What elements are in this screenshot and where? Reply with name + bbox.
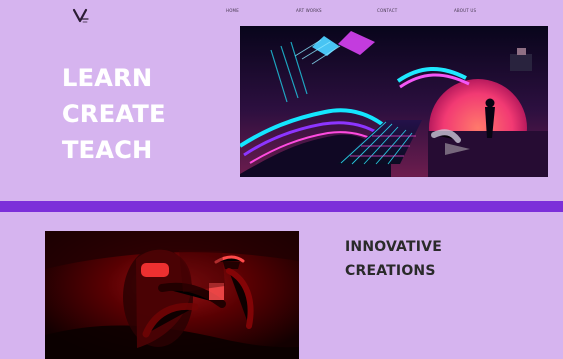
section-divider [0,201,563,212]
nav-link-about-us[interactable]: ABOUT US [454,8,476,13]
vr-headset-image [45,231,299,359]
hero-line-create: CREATE [62,100,166,128]
innovative-heading-line: INNOVATIVE [345,239,442,255]
nav-link-home[interactable]: HOME [226,8,239,13]
hero-heading: LEARN CREATE TEACH [62,60,212,168]
nav-link-contact[interactable]: CONTACT [377,8,397,13]
hero-line-learn: LEARN [62,64,153,92]
hero-image [240,26,548,177]
creations-heading-line: CREATIONS [345,263,436,279]
nav-link-art-works[interactable]: ART WORKS [296,8,322,13]
hero-line-teach: TEACH [62,136,153,164]
logo-v-icon[interactable] [72,7,90,25]
innovative-creations-heading: INNOVATIVE CREATIONS [345,235,525,283]
site-header: HOME ART WORKS CONTACT ABOUT US [0,0,563,28]
